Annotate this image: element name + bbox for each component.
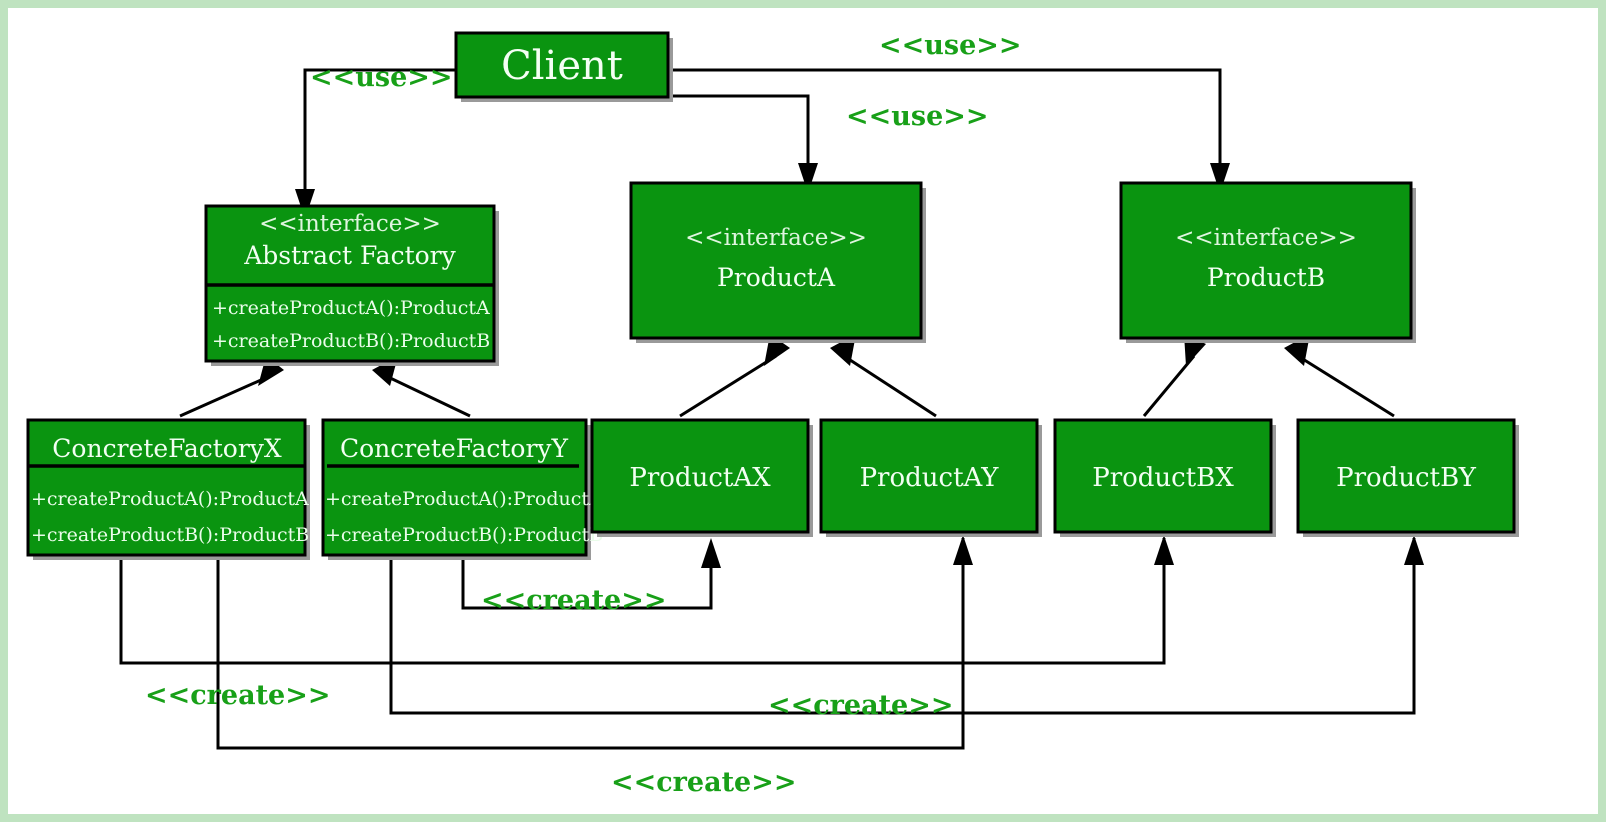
- edge-generalization-productay-producta: [830, 334, 937, 418]
- relation-label-use-client-abstractfactory: <<use>>: [310, 62, 453, 93]
- concrete-factory-y-member-0: +createProductA():ProductA: [325, 488, 603, 510]
- abstract-factory-member-0: +createProductA():ProductA: [212, 297, 490, 319]
- edge-generalization-productbx-productb: [1142, 334, 1206, 417]
- concrete-factory-x-class-name: ConcreteFactoryX: [52, 434, 282, 463]
- product-ay-class-name: ProductAY: [860, 463, 1000, 493]
- class-box-product-ay[interactable]: ProductAY: [819, 418, 1042, 537]
- relation-label-create-factoryx-productay: <<create>>: [611, 767, 796, 798]
- arrowhead-create-productax: [701, 538, 721, 568]
- edge-generalization-productax-producta: [679, 334, 790, 418]
- product-a-class-name: ProductA: [717, 263, 836, 292]
- class-box-concrete-factory-x[interactable]: ConcreteFactoryX +createProductA():Produ…: [26, 418, 310, 560]
- edge-create-factoryy-productby: [389, 535, 1424, 715]
- class-box-abstract-factory[interactable]: <<interface>> Abstract Factory +createPr…: [204, 204, 499, 366]
- class-box-client[interactable]: Client: [454, 31, 673, 102]
- uml-class-diagram: Client <<interface>> Abstract Factory +c…: [26, 30, 1519, 798]
- class-box-product-by[interactable]: ProductBY: [1296, 418, 1519, 537]
- class-box-concrete-factory-y[interactable]: ConcreteFactoryY +createProductA():Produ…: [321, 418, 603, 560]
- class-box-product-b[interactable]: <<interface>> ProductB: [1119, 181, 1416, 343]
- diagram-canvas: Client <<interface>> Abstract Factory +c…: [8, 8, 1598, 814]
- class-box-product-a[interactable]: <<interface>> ProductA: [629, 181, 926, 343]
- relation-label-use-client-productb: <<use>>: [879, 30, 1022, 61]
- product-by-class-name: ProductBY: [1336, 463, 1477, 493]
- diagram-page: Client <<interface>> Abstract Factory +c…: [0, 0, 1606, 822]
- edge-generalization-productby-productb: [1284, 334, 1395, 418]
- relation-label-create-factoryy-productby: <<create>>: [768, 690, 953, 721]
- concrete-factory-x-member-1: +createProductB():ProductB: [31, 524, 309, 546]
- concrete-factory-y-member-1: +createProductB():ProductB: [325, 524, 603, 546]
- arrowhead-create-productby: [1404, 535, 1424, 565]
- product-b-stereotype: <<interface>>: [1175, 225, 1357, 251]
- arrowhead-create-productbx: [1154, 535, 1174, 565]
- product-a-stereotype: <<interface>>: [685, 225, 867, 251]
- concrete-factory-y-class-name: ConcreteFactoryY: [340, 434, 569, 463]
- product-ax-class-name: ProductAX: [629, 463, 771, 493]
- edge-use-client-producta: [673, 94, 818, 193]
- concrete-factory-x-member-0: +createProductA():ProductA: [31, 488, 309, 510]
- abstract-factory-stereotype: <<interface>>: [259, 211, 441, 237]
- relation-label-use-client-producta: <<use>>: [846, 101, 989, 132]
- abstract-factory-class-name: Abstract Factory: [243, 241, 456, 270]
- class-box-product-bx[interactable]: ProductBX: [1053, 418, 1276, 537]
- abstract-factory-member-1: +createProductB():ProductB: [212, 330, 490, 352]
- relation-label-create-factoryy-productax: <<create>>: [481, 585, 666, 616]
- product-b-class-name: ProductB: [1207, 263, 1325, 292]
- class-box-product-ax[interactable]: ProductAX: [590, 418, 813, 537]
- arrowhead-create-productay: [953, 535, 973, 565]
- relation-label-create-factoryx-productbx: <<create>>: [145, 680, 330, 711]
- client-class-name: Client: [501, 43, 623, 89]
- product-bx-class-name: ProductBX: [1092, 463, 1234, 493]
